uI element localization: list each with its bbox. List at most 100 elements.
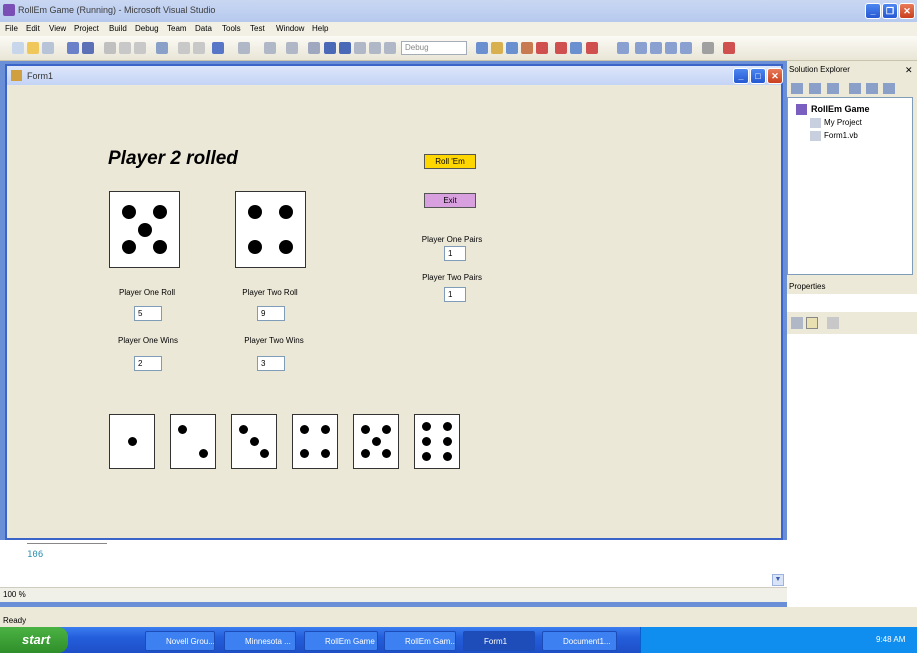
menu-project[interactable]: Project [74,24,99,33]
start-page-icon[interactable] [555,42,567,54]
form-minimize-button[interactable]: _ [733,68,749,84]
properties-icon[interactable] [506,42,518,54]
close-button[interactable]: ✕ [899,3,915,19]
player-one-roll-field[interactable]: 5 [134,306,162,321]
menu-edit[interactable]: Edit [26,24,40,33]
document-outline-icon[interactable] [586,42,598,54]
menu-tools[interactable]: Tools [222,24,241,33]
step-over-icon[interactable] [369,42,381,54]
roll-result-heading: Player 2 rolled [108,148,238,169]
roll-em-button[interactable]: Roll 'Em [424,154,476,169]
menu-team[interactable]: Team [167,24,187,33]
menu-help[interactable]: Help [312,24,328,33]
menu-debug[interactable]: Debug [135,24,159,33]
form1-file-node[interactable]: Form1.vb [824,131,858,140]
cut-icon[interactable] [104,42,116,54]
object-browser-icon[interactable] [521,42,533,54]
vb-file-icon [810,131,821,141]
solution-configuration-select[interactable]: Debug [401,41,467,55]
show-all-files-icon[interactable] [809,83,821,94]
task-form1[interactable]: Form1 [463,631,535,651]
scroll-down-button[interactable]: ▼ [772,574,784,586]
zoom-level[interactable]: 100 % [3,590,26,599]
align-icon[interactable] [617,42,629,54]
categorized-icon[interactable] [791,317,803,329]
layout-icon-1[interactable] [635,42,647,54]
die-pip [153,239,168,254]
view-class-diagram-icon[interactable] [883,83,895,94]
view-code-icon[interactable] [849,83,861,94]
toolbar-options-icon[interactable] [723,42,735,54]
navigate-forward-icon[interactable] [286,42,298,54]
solution-explorer-icon[interactable] [491,42,503,54]
paste-icon[interactable] [134,42,146,54]
task-novell[interactable]: Novell Grou... [145,631,215,651]
task-rollem-folder[interactable]: RollEm Game [304,631,378,651]
redo-icon[interactable] [238,42,250,54]
break-all-icon[interactable] [324,42,336,54]
title-bar: RollEm Game (Running) - Microsoft Visual… [0,0,917,22]
code-editor[interactable] [0,540,787,587]
player-two-roll-field[interactable]: 9 [257,306,285,321]
player-one-pairs-field[interactable]: 1 [444,246,466,261]
find-in-files-icon[interactable] [476,42,488,54]
die-pip [371,437,381,446]
layout-icon-4[interactable] [680,42,692,54]
alphabetical-icon[interactable] [806,317,818,329]
open-file-icon[interactable] [27,42,39,54]
task-minnesota[interactable]: Minnesota ... [224,631,296,651]
stop-debugging-icon[interactable] [339,42,351,54]
new-project-icon[interactable] [12,42,24,54]
player-one-pairs-label: Player One Pairs [421,235,483,244]
solution-explorer-title: Solution Explorer [789,65,850,74]
die-pip [239,424,249,434]
menu-window[interactable]: Window [276,24,304,33]
restore-button[interactable]: ❐ [882,3,898,19]
form-title: Form1 [27,71,54,81]
die-pip [153,205,168,220]
step-out-icon[interactable] [384,42,396,54]
class-view-icon[interactable] [570,42,582,54]
exit-button[interactable]: Exit [424,193,476,208]
start-button[interactable]: start [0,627,68,653]
player-one-wins-field[interactable]: 2 [134,356,162,371]
player-die-1 [109,191,180,268]
tab-order-icon[interactable] [702,42,714,54]
refresh-icon[interactable] [827,83,839,94]
property-pages-icon[interactable] [827,317,839,329]
menu-view[interactable]: View [49,24,66,33]
task-document1[interactable]: Document1... [542,631,617,651]
my-project-node[interactable]: My Project [824,118,862,127]
player-two-wins-field[interactable]: 3 [257,356,285,371]
menu-data[interactable]: Data [195,24,212,33]
comment-icon[interactable] [178,42,190,54]
form-maximize-button[interactable]: □ [750,68,766,84]
player-two-pairs-field[interactable]: 1 [444,287,466,302]
menu-build[interactable]: Build [109,24,127,33]
navigate-back-icon[interactable] [264,42,276,54]
project-node[interactable]: RollEm Game [811,104,870,114]
find-icon[interactable] [156,42,168,54]
horizontal-scrollbar[interactable] [0,587,787,602]
task-rollem-vs[interactable]: RollEm Gam... [384,631,456,651]
add-item-icon[interactable] [42,42,54,54]
layout-icon-2[interactable] [650,42,662,54]
form-title-bar: Form1 _ □ ✕ [7,66,783,85]
properties-toolbar-icon[interactable] [791,83,803,94]
line-number: 106 [27,550,44,560]
view-designer-icon[interactable] [866,83,878,94]
close-icon[interactable]: ✕ [905,65,913,76]
undo-icon[interactable] [212,42,224,54]
start-debugging-icon[interactable] [308,42,320,54]
form-close-button[interactable]: ✕ [767,68,783,84]
layout-icon-3[interactable] [665,42,677,54]
save-all-icon[interactable] [82,42,94,54]
menu-test[interactable]: Test [250,24,265,33]
toolbox-icon[interactable] [536,42,548,54]
save-icon[interactable] [67,42,79,54]
uncomment-icon[interactable] [193,42,205,54]
copy-icon[interactable] [119,42,131,54]
step-into-icon[interactable] [354,42,366,54]
minimize-button[interactable]: _ [865,3,881,19]
menu-file[interactable]: File [5,24,18,33]
